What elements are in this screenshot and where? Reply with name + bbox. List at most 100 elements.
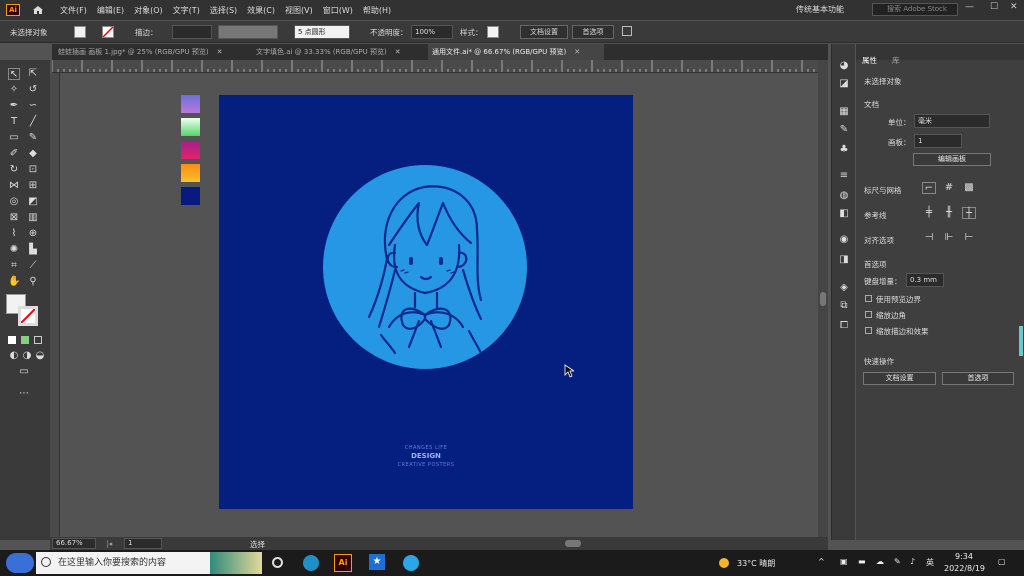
artboards-panel-icon[interactable]: ⧉ bbox=[837, 300, 851, 312]
panel-scrollbar[interactable] bbox=[1019, 326, 1023, 356]
paintbrush-tool-icon[interactable]: ✎ bbox=[27, 132, 39, 144]
edit-artboards-button[interactable]: 编辑画板 bbox=[913, 153, 991, 166]
volume-icon[interactable]: ♪ bbox=[910, 557, 915, 566]
show-guides-icon[interactable]: ╪ bbox=[922, 207, 936, 219]
close-icon[interactable]: ✕ bbox=[217, 48, 223, 56]
close-icon[interactable]: ✕ bbox=[574, 48, 580, 56]
menu-select[interactable]: 选择(S) bbox=[210, 5, 237, 16]
browser-app-icon[interactable] bbox=[403, 555, 419, 571]
clock-time[interactable]: 9:34 bbox=[955, 552, 973, 561]
color-panel-icon[interactable]: ◕ bbox=[837, 60, 851, 72]
blend-tool-icon[interactable]: ⊕ bbox=[27, 228, 39, 240]
live-paint-tool-icon[interactable]: ◩ bbox=[27, 196, 39, 208]
line-tool-icon[interactable]: ╱ bbox=[27, 116, 39, 128]
edit-toolbar-icon[interactable]: ⋯ bbox=[18, 388, 30, 400]
color-guide-icon[interactable]: ◪ bbox=[837, 78, 851, 90]
snap-pixel-icon[interactable]: ⊩ bbox=[942, 232, 956, 244]
color-chip-purple[interactable] bbox=[181, 95, 200, 113]
stroke-panel-icon[interactable]: ≡ bbox=[837, 170, 851, 182]
transparency-icon[interactable]: ◧ bbox=[837, 208, 851, 220]
network-icon[interactable]: ▬ bbox=[858, 557, 866, 566]
screen-mode-icon[interactable]: ▭ bbox=[18, 366, 30, 378]
preferences-button[interactable]: 首选项 bbox=[572, 25, 614, 39]
free-transform-tool-icon[interactable]: ⊞ bbox=[27, 180, 39, 192]
start-button-icon[interactable] bbox=[6, 553, 34, 573]
circle-shape[interactable] bbox=[323, 165, 527, 369]
close-icon[interactable]: ✕ bbox=[395, 48, 401, 56]
menu-object[interactable]: 对象(O) bbox=[134, 5, 163, 16]
stroke-swatch[interactable] bbox=[102, 26, 114, 38]
symbol-sprayer-tool-icon[interactable]: ✺ bbox=[8, 244, 20, 256]
document-setup-button[interactable]: 文档设置 bbox=[520, 25, 568, 39]
zoom-tool-icon[interactable]: ⚲ bbox=[27, 276, 39, 288]
magic-wand-tool-icon[interactable]: ✧ bbox=[8, 84, 20, 96]
scale-tool-icon[interactable]: ⊡ bbox=[27, 164, 39, 176]
swatches-icon[interactable]: ▦ bbox=[837, 106, 851, 118]
layers-icon[interactable]: ◈ bbox=[837, 282, 851, 294]
draw-behind-icon[interactable]: ◑ bbox=[21, 350, 33, 362]
brush-definition[interactable]: 5 点圆形 bbox=[294, 25, 350, 39]
task-view-icon[interactable] bbox=[272, 557, 283, 568]
tray-app-icon[interactable]: ▣ bbox=[840, 557, 848, 566]
arrange-documents-icon[interactable] bbox=[622, 26, 632, 36]
snap-point-icon[interactable]: ⊣ bbox=[922, 232, 936, 244]
menu-help[interactable]: 帮助(H) bbox=[363, 5, 391, 16]
asset-export-icon[interactable]: ⧠ bbox=[837, 320, 851, 332]
tray-pen-icon[interactable]: ✎ bbox=[894, 557, 901, 566]
direct-selection-tool-icon[interactable]: ⇱ bbox=[27, 68, 39, 80]
curvature-tool-icon[interactable]: ∽ bbox=[27, 100, 39, 112]
scrollbar-thumb[interactable] bbox=[820, 292, 826, 306]
perspective-grid-tool-icon[interactable]: ⊠ bbox=[8, 212, 20, 224]
zoom-field[interactable]: 66.67% bbox=[52, 538, 96, 549]
slice-tool-icon[interactable]: ⟋ bbox=[27, 260, 39, 272]
eraser-tool-icon[interactable]: ◆ bbox=[27, 148, 39, 160]
tab-document-2[interactable]: 文字填色.ai @ 33.33% (RGB/GPU 预览) ✕ bbox=[252, 44, 422, 60]
draw-normal-icon[interactable]: ◐ bbox=[8, 350, 20, 362]
close-button[interactable]: ✕ bbox=[1010, 2, 1018, 12]
graphic-styles-icon[interactable]: ◨ bbox=[837, 254, 851, 266]
color-chip-orange[interactable] bbox=[181, 164, 200, 182]
scale-strokes-checkbox[interactable] bbox=[865, 327, 872, 334]
type-tool-icon[interactable]: T bbox=[8, 116, 20, 128]
gradient-mode-icon[interactable] bbox=[21, 336, 29, 344]
width-tool-icon[interactable]: ⋈ bbox=[8, 180, 20, 192]
quick-preferences-button[interactable]: 首选项 bbox=[942, 372, 1014, 385]
tray-cloud-icon[interactable]: ☁ bbox=[876, 557, 884, 566]
tab-properties[interactable]: 属性 bbox=[862, 55, 877, 66]
hand-tool-icon[interactable]: ✋ bbox=[8, 276, 20, 288]
tray-expand-icon[interactable]: ^ bbox=[818, 557, 825, 566]
bookmark-app-icon[interactable]: ★ bbox=[369, 554, 385, 570]
draw-inside-icon[interactable]: ◒ bbox=[34, 350, 46, 362]
opacity-field[interactable]: 100% bbox=[411, 25, 453, 39]
menu-edit[interactable]: 编辑(E) bbox=[97, 5, 124, 16]
tab-libraries[interactable]: 库 bbox=[892, 55, 900, 66]
menu-type[interactable]: 文字(T) bbox=[173, 5, 200, 16]
edge-browser-icon[interactable] bbox=[303, 555, 319, 571]
maximize-button[interactable]: ☐ bbox=[990, 2, 998, 12]
grid-toggle-icon[interactable]: # bbox=[942, 182, 956, 194]
artboard[interactable]: CHANGES LIFE DESIGN CREATIVE POSTERS bbox=[219, 95, 633, 509]
clock-date[interactable]: 2022/8/19 bbox=[944, 564, 985, 573]
vertical-scrollbar[interactable] bbox=[818, 60, 828, 537]
eyedropper-tool-icon[interactable]: ⌇ bbox=[8, 228, 20, 240]
notification-icon[interactable]: ▢ bbox=[998, 557, 1006, 566]
brushes-icon[interactable]: ✎ bbox=[837, 124, 851, 136]
units-select[interactable]: 毫米 bbox=[914, 114, 990, 128]
lasso-tool-icon[interactable]: ↺ bbox=[27, 84, 39, 96]
color-chip-magenta[interactable] bbox=[181, 141, 200, 159]
first-artboard-icon[interactable]: |◂ bbox=[106, 539, 112, 548]
none-mode-icon[interactable] bbox=[34, 336, 42, 344]
lock-guides-icon[interactable]: ╫ bbox=[942, 207, 956, 219]
horizontal-scrollbar-thumb[interactable] bbox=[565, 540, 581, 547]
input-language[interactable]: 英 bbox=[926, 557, 934, 568]
stroke-weight-field[interactable] bbox=[172, 25, 212, 39]
menu-file[interactable]: 文件(F) bbox=[60, 5, 87, 16]
workspace-switcher[interactable]: 传统基本功能 bbox=[796, 4, 844, 15]
variable-width-profile[interactable] bbox=[218, 25, 278, 39]
menu-window[interactable]: 窗口(W) bbox=[323, 5, 353, 16]
color-chip-green[interactable] bbox=[181, 118, 200, 136]
color-mode-icon[interactable] bbox=[8, 336, 16, 344]
rectangle-tool-icon[interactable]: ▭ bbox=[8, 132, 20, 144]
home-icon[interactable] bbox=[32, 5, 44, 15]
gradient-panel-icon[interactable]: ◍ bbox=[837, 190, 851, 202]
